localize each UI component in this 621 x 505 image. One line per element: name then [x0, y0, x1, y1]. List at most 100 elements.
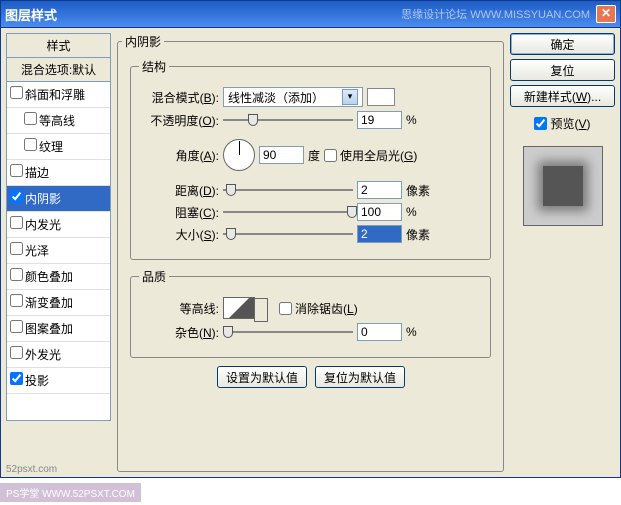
window-title: 图层样式	[5, 5, 401, 24]
style-item-checkbox[interactable]	[24, 138, 37, 151]
opacity-input[interactable]: 19	[357, 111, 402, 129]
middle-column: 内阴影 结构 混合模式(B): 线性减淡（添加） ▾ 不透明度(O): 19 %	[117, 33, 504, 472]
style-item-label: 纹理	[39, 140, 63, 154]
choke-input[interactable]: 100	[357, 203, 402, 221]
opacity-slider[interactable]	[223, 119, 353, 121]
blend-options-header[interactable]: 混合选项:默认	[7, 58, 110, 82]
noise-label: 杂色(N):	[139, 324, 219, 341]
choke-unit: %	[406, 205, 417, 219]
blend-color-swatch[interactable]	[367, 88, 395, 106]
distance-row: 距离(D): 2 像素	[139, 181, 482, 199]
new-style-button[interactable]: 新建样式(W)...	[510, 85, 615, 107]
angle-dial[interactable]	[223, 139, 255, 171]
effect-panel: 内阴影 结构 混合模式(B): 线性减淡（添加） ▾ 不透明度(O): 19 %	[117, 33, 504, 472]
style-item-label: 颜色叠加	[25, 270, 73, 284]
size-row: 大小(S): 2 像素	[139, 225, 482, 243]
watermark-1: PS学堂 WWW.52PSXT.COM	[0, 483, 141, 502]
style-item[interactable]: 描边	[7, 160, 110, 186]
preview-checkbox[interactable]: 预览(V)	[510, 115, 615, 132]
style-item-checkbox[interactable]	[10, 346, 23, 359]
style-item-label: 渐变叠加	[25, 296, 73, 310]
blend-mode-value: 线性减淡（添加）	[228, 89, 324, 106]
size-unit: 像素	[406, 226, 430, 243]
style-item-label: 外发光	[25, 348, 61, 362]
noise-slider[interactable]	[223, 331, 353, 333]
noise-unit: %	[406, 325, 417, 339]
style-item[interactable]: 光泽	[7, 238, 110, 264]
style-item-checkbox[interactable]	[10, 242, 23, 255]
contour-picker[interactable]	[223, 297, 255, 319]
distance-slider[interactable]	[223, 189, 353, 191]
anti-alias-input[interactable]	[279, 302, 292, 315]
chevron-down-icon: ▾	[342, 89, 358, 105]
style-item[interactable]: 斜面和浮雕	[7, 82, 110, 108]
style-item[interactable]: 图案叠加	[7, 316, 110, 342]
style-item-checkbox[interactable]	[10, 294, 23, 307]
structure-legend: 结构	[139, 58, 169, 75]
close-button[interactable]: ✕	[596, 5, 616, 23]
style-item-label: 描边	[25, 166, 49, 180]
style-item-checkbox[interactable]	[24, 112, 37, 125]
choke-slider[interactable]	[223, 211, 353, 213]
style-item[interactable]: 投影	[7, 368, 110, 394]
style-item-checkbox[interactable]	[10, 320, 23, 333]
style-item-checkbox[interactable]	[10, 164, 23, 177]
watermark-2: 52psxt.com	[0, 462, 63, 477]
angle-label: 角度(A):	[139, 147, 219, 164]
make-default-button[interactable]: 设置为默认值	[217, 366, 307, 388]
contour-row: 等高线: 消除锯齿(L)	[139, 297, 482, 319]
global-light-input[interactable]	[324, 149, 337, 162]
style-item[interactable]: 内阴影	[7, 186, 110, 212]
choke-label: 阻塞(C):	[139, 204, 219, 221]
preview-input[interactable]	[534, 117, 547, 130]
structure-group: 结构 混合模式(B): 线性减淡（添加） ▾ 不透明度(O): 19 %	[130, 58, 491, 260]
size-label: 大小(S):	[139, 226, 219, 243]
style-item-label: 内发光	[25, 218, 61, 232]
reset-buttons: 设置为默认值 复位为默认值	[217, 366, 499, 388]
style-item[interactable]: 颜色叠加	[7, 264, 110, 290]
angle-input[interactable]: 90	[259, 146, 304, 164]
style-item-checkbox[interactable]	[10, 190, 23, 203]
style-item-checkbox[interactable]	[10, 86, 23, 99]
style-item[interactable]: 纹理	[7, 134, 110, 160]
blend-mode-label: 混合模式(B):	[139, 89, 219, 106]
style-item-label: 光泽	[25, 244, 49, 258]
style-item-checkbox[interactable]	[10, 268, 23, 281]
style-item[interactable]: 外发光	[7, 342, 110, 368]
angle-row: 角度(A): 90 度 使用全局光(G)	[139, 139, 482, 171]
size-input[interactable]: 2	[357, 225, 402, 243]
reset-default-button[interactable]: 复位为默认值	[315, 366, 405, 388]
style-item-label: 斜面和浮雕	[25, 88, 85, 102]
opacity-row: 不透明度(O): 19 %	[139, 111, 482, 129]
left-column: 样式 混合选项:默认 斜面和浮雕等高线纹理描边内阴影内发光光泽颜色叠加渐变叠加图…	[6, 33, 111, 472]
window-body: 样式 混合选项:默认 斜面和浮雕等高线纹理描边内阴影内发光光泽颜色叠加渐变叠加图…	[0, 28, 621, 478]
style-item-checkbox[interactable]	[10, 216, 23, 229]
style-item-checkbox[interactable]	[10, 372, 23, 385]
styles-header[interactable]: 样式	[7, 34, 110, 58]
opacity-unit: %	[406, 113, 417, 127]
noise-input[interactable]: 0	[357, 323, 402, 341]
right-column: 确定 复位 新建样式(W)... 预览(V)	[510, 33, 615, 472]
distance-unit: 像素	[406, 182, 430, 199]
distance-input[interactable]: 2	[357, 181, 402, 199]
global-light-checkbox[interactable]: 使用全局光(G)	[324, 147, 417, 164]
quality-legend: 品质	[139, 268, 169, 285]
ok-button[interactable]: 确定	[510, 33, 615, 55]
anti-alias-checkbox[interactable]: 消除锯齿(L)	[279, 300, 358, 317]
site-text: 思缘设计论坛 WWW.MISSYUAN.COM	[401, 6, 590, 22]
size-slider[interactable]	[223, 233, 353, 235]
style-item-label: 投影	[25, 374, 49, 388]
quality-group: 品质 等高线: 消除锯齿(L) 杂色(N): 0 %	[130, 268, 491, 358]
angle-unit: 度	[308, 147, 320, 164]
contour-label: 等高线:	[139, 300, 219, 317]
style-item[interactable]: 内发光	[7, 212, 110, 238]
effect-title: 内阴影	[122, 33, 164, 50]
style-item[interactable]: 渐变叠加	[7, 290, 110, 316]
choke-row: 阻塞(C): 100 %	[139, 203, 482, 221]
style-item[interactable]: 等高线	[7, 108, 110, 134]
cancel-button[interactable]: 复位	[510, 59, 615, 81]
preview-swatch	[543, 166, 583, 206]
style-list: 样式 混合选项:默认 斜面和浮雕等高线纹理描边内阴影内发光光泽颜色叠加渐变叠加图…	[6, 33, 111, 421]
distance-label: 距离(D):	[139, 182, 219, 199]
blend-mode-select[interactable]: 线性减淡（添加） ▾	[223, 87, 363, 107]
